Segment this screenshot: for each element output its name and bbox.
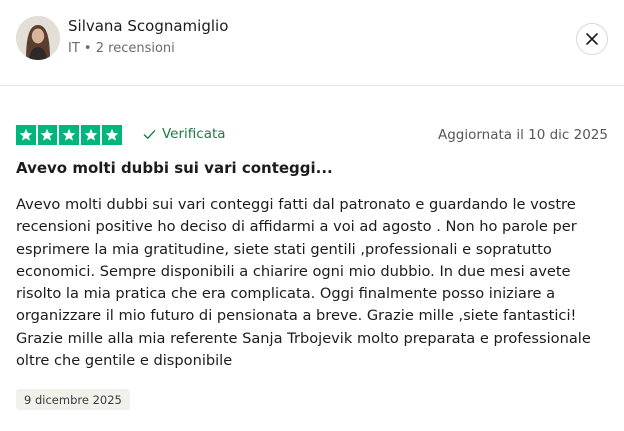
experience-date-badge: 9 dicembre 2025: [16, 389, 130, 410]
verified-badge[interactable]: Verificata: [143, 126, 226, 142]
star-icon: [19, 128, 33, 141]
star-box: [80, 125, 101, 145]
review-body-line: oltre che gentile e disponibile: [16, 352, 233, 370]
review-body-line: esprimere la mia gratitudine, siete stat…: [16, 240, 552, 258]
avatar[interactable]: [16, 16, 60, 60]
meta-separator: •: [83, 41, 92, 56]
review-body-line: risolto la mia pratica che era complicat…: [16, 285, 556, 303]
review-body: Avevo molti dubbi sui vari conteggi fatt…: [16, 194, 612, 372]
star-box: [16, 125, 36, 145]
review-body-line: recensioni positive ho deciso di affidar…: [16, 218, 577, 236]
close-icon: [586, 33, 598, 45]
star-icon: [105, 128, 119, 141]
check-icon: [143, 129, 156, 139]
review-body-line: Avevo molti dubbi sui vari conteggi fatt…: [16, 196, 576, 213]
review-body-line: organizzare il mio futuro di pensionata …: [16, 307, 577, 325]
avatar-image: [16, 16, 60, 60]
star-icon: [84, 128, 97, 141]
star-box: [102, 125, 122, 145]
reviewer-reviews-count[interactable]: 2 recensioni: [96, 41, 175, 56]
verified-label: Verificata: [162, 126, 226, 142]
star-icon: [62, 128, 76, 141]
review-body-line: Grazie mille alla mia referente Sanja Tr…: [16, 329, 591, 347]
reviewer-country: IT: [68, 41, 80, 56]
review-body-line: economici. Sempre disponibili a chiarire…: [16, 262, 571, 280]
reviewer-header: Silvana Scognamiglio IT • 2 recensioni: [0, 0, 624, 86]
reviewer-name[interactable]: Silvana Scognamiglio: [68, 17, 228, 35]
star-box: [37, 125, 58, 145]
reviewer-meta: IT • 2 recensioni: [68, 41, 175, 56]
star-icon: [41, 128, 54, 141]
close-button[interactable]: [576, 23, 608, 55]
star-rating: [16, 125, 122, 145]
star-box: [59, 125, 79, 145]
updated-date: Aggiornata il 10 dic 2025: [437, 127, 608, 143]
review-title: Avevo molti dubbi sui vari conteggi...: [16, 159, 333, 177]
